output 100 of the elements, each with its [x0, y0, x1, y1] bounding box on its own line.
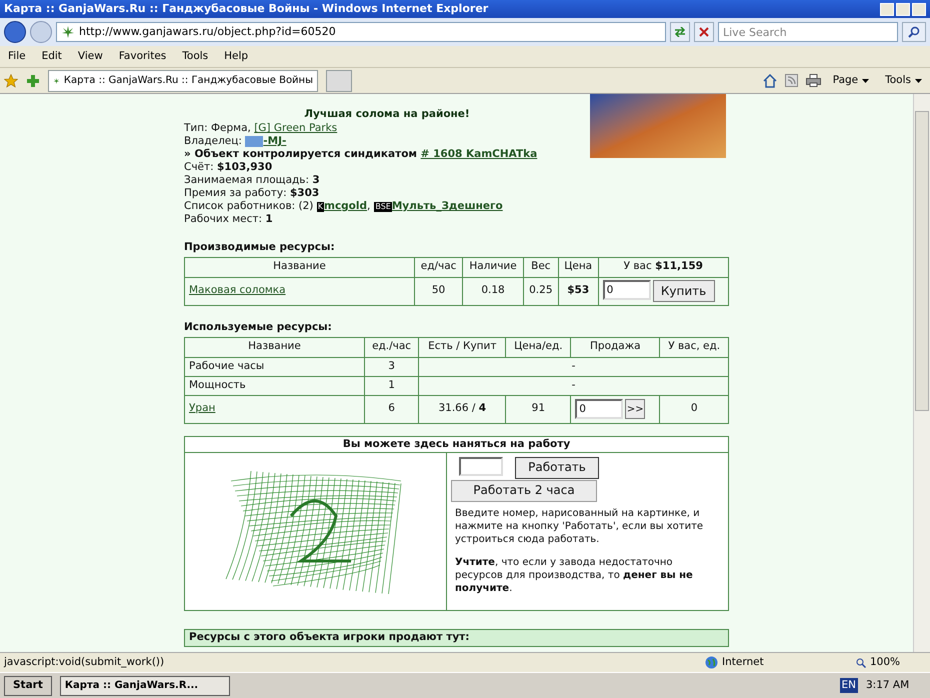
search-button[interactable] — [902, 22, 926, 42]
column-header: ед/час — [414, 257, 463, 278]
warning-text: Учтите, что если у завода недостаточно ресурсов для производства, то денег вы не получите. — [454, 556, 694, 594]
places-value: 1 — [265, 213, 273, 226]
close-icon — [699, 27, 709, 37]
table-cell: 31.66 / 4 — [418, 395, 506, 423]
work-button[interactable]: Работать — [515, 456, 599, 478]
command-button[interactable]: Tools — [881, 72, 926, 88]
column-header: Цена/ед. — [506, 337, 571, 357]
star-icon[interactable] — [4, 74, 18, 88]
table-cell: - — [418, 357, 728, 376]
start-button[interactable]: Start — [4, 676, 52, 696]
table-cell: 0.25 — [523, 277, 558, 306]
quantity-field[interactable]: 0 — [575, 399, 624, 419]
back-button[interactable] — [4, 21, 26, 43]
column-header: У вас, ед. — [660, 337, 728, 357]
status-text: javascript:void(submit_work()) — [4, 654, 166, 670]
refresh-icon — [674, 27, 686, 37]
owner-link[interactable]: -MJ- — [263, 135, 286, 148]
resource-link[interactable]: Маковая соломка — [189, 284, 286, 296]
caret-icon — [915, 78, 922, 82]
search-field[interactable]: Live Search — [718, 22, 898, 42]
column-header: У вас $11,159 — [598, 257, 728, 278]
table-cell: - — [418, 376, 728, 395]
site-icon — [61, 25, 75, 39]
refresh-button[interactable] — [670, 22, 690, 42]
browser-tab[interactable]: Карта :: GanjaWars.Ru :: Ганджубасовые Войны — [48, 70, 318, 92]
fact-value: $303 — [290, 187, 320, 200]
address-field[interactable]: http://www.ganjawars.ru/object.php?id=60520 — [56, 22, 666, 42]
menu-item[interactable]: View — [78, 48, 103, 64]
fact-value: 3 — [312, 174, 320, 187]
command-button[interactable]: Page — [828, 72, 874, 88]
type-label: Тип: Ферма, — [184, 122, 252, 135]
type-link[interactable]: [G] Green Parks — [254, 122, 338, 135]
fact-value: $103,930 — [217, 161, 272, 174]
zoom-icon — [856, 658, 866, 668]
quantity-field[interactable]: 0 — [602, 280, 651, 300]
captcha-field[interactable] — [459, 456, 503, 476]
table-cell: Рабочие часы — [184, 357, 364, 376]
scrollbar[interactable] — [913, 94, 930, 652]
panel-title: Вы можете здесь наняться на работу — [185, 436, 728, 452]
table-cell: 0.18 — [462, 277, 524, 306]
tab-label: Карта :: GanjaWars.Ru :: Ганджубасовые Войны — [64, 74, 313, 88]
syndicate-label: » Объект контролируется синдикатом — [184, 148, 418, 161]
separator-comma: , — [367, 200, 370, 213]
clan-badge: K — [316, 202, 324, 212]
worker-link[interactable]: Мульть_Здешнего — [392, 200, 503, 213]
language-indicator[interactable]: EN — [840, 678, 858, 694]
owner-label: Владелец: — [184, 135, 243, 148]
instructions-text: Введите номер, нарисованный на картинке, и нажмите на кнопку 'Работать', если вы хотите устроиться сюда работать. — [454, 506, 704, 546]
buy-button[interactable]: Купить — [652, 280, 715, 302]
add-favorite-icon[interactable] — [26, 74, 40, 88]
menu-item[interactable]: File — [8, 48, 26, 64]
table-cell: 0 — [660, 395, 728, 423]
table-cell: $53 — [558, 277, 598, 306]
stop-button[interactable] — [694, 22, 714, 42]
work-two-hours-button[interactable]: Работать 2 часа — [451, 480, 597, 502]
table-cell: 6 — [364, 395, 419, 423]
zoom-control[interactable]: 100% — [856, 654, 926, 670]
fact-label: Счёт: — [184, 161, 215, 174]
url-text: http://www.ganjawars.ru/object.php?id=60520 — [79, 24, 336, 40]
table-cell: 1 — [364, 376, 419, 395]
menu-item[interactable]: Tools — [182, 48, 208, 64]
column-header: Цена — [558, 257, 598, 278]
places-label: Рабочих мест: — [184, 213, 264, 226]
clock: 3:17 AM — [866, 678, 910, 693]
sell-button[interactable]: >> — [625, 399, 646, 419]
object-heading: Лучшая солома на районе! — [303, 108, 471, 121]
section-title: Используемые ресурсы: — [184, 320, 333, 335]
worker-link[interactable]: mcgold — [324, 200, 368, 213]
menu-item[interactable]: Favorites — [118, 48, 166, 64]
printer-icon[interactable] — [806, 74, 821, 87]
fact-label: Занимаемая площадь: — [184, 174, 310, 187]
globe-icon — [705, 656, 718, 669]
column-header: Наличие — [462, 257, 524, 278]
syndicate-link[interactable]: # 1608 KamCHATka — [420, 148, 538, 161]
clan-icon — [245, 136, 264, 147]
search-icon — [908, 26, 920, 38]
workers-label: Список работников: (2) — [184, 200, 314, 213]
column-header: Есть / Купит — [418, 337, 506, 357]
column-header: Продажа — [570, 337, 660, 357]
menu-item[interactable]: Help — [224, 48, 248, 64]
column-header: Вес — [523, 257, 558, 278]
fact-label: Премия за работу: — [184, 187, 288, 200]
taskbar-item[interactable]: Карта :: GanjaWars.R... — [60, 676, 230, 696]
table-cell: Мощность — [184, 376, 364, 395]
panel-title: Ресурсы с этого объекта игроки продают тут: — [189, 630, 470, 645]
menu-item[interactable]: Edit — [42, 48, 62, 64]
table-cell: 3 — [364, 357, 419, 376]
column-header: Название — [184, 337, 364, 357]
section-title: Производимые ресурсы: — [184, 240, 336, 255]
resource-link[interactable]: Уран — [189, 402, 216, 414]
column-header: ед./час — [364, 337, 419, 357]
feed-icon[interactable] — [784, 74, 798, 87]
clan-badge: BSE — [374, 202, 392, 212]
column-header: Название — [184, 257, 414, 278]
caret-icon — [862, 78, 870, 82]
home-icon[interactable] — [762, 74, 777, 88]
table-cell: 50 — [414, 277, 463, 306]
table-cell: 91 — [506, 395, 571, 423]
